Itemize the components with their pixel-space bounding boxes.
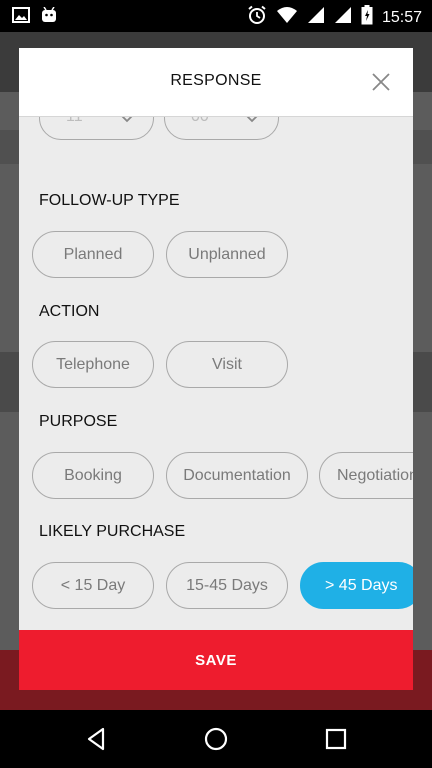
dialog-header: RESPONSE bbox=[19, 48, 413, 117]
android-icon bbox=[40, 6, 58, 28]
chevron-down-icon bbox=[121, 117, 133, 128]
purpose-title: PURPOSE bbox=[39, 413, 118, 430]
minute-value: 00 bbox=[191, 117, 209, 126]
status-bar: 15:57 bbox=[0, 0, 432, 32]
signal-icon bbox=[307, 6, 325, 29]
chip-booking[interactable]: Booking bbox=[32, 452, 154, 499]
chip-more-45-days[interactable]: > 45 Days bbox=[300, 562, 413, 609]
wifi-icon bbox=[276, 6, 298, 29]
chip-planned[interactable]: Planned bbox=[32, 231, 154, 278]
response-dialog: RESPONSE 11 00 FOLLOW-UP TYPE Planned Un… bbox=[19, 48, 413, 690]
battery-icon bbox=[361, 5, 373, 30]
chip-unplanned[interactable]: Unplanned bbox=[166, 231, 288, 278]
chip-telephone[interactable]: Telephone bbox=[32, 341, 154, 388]
image-icon bbox=[12, 7, 30, 28]
home-icon[interactable] bbox=[203, 726, 229, 752]
hour-select[interactable]: 11 bbox=[39, 117, 154, 140]
followup-type-title: FOLLOW-UP TYPE bbox=[39, 192, 180, 209]
back-icon[interactable] bbox=[84, 726, 110, 752]
close-icon[interactable] bbox=[369, 70, 393, 94]
chevron-down-icon bbox=[246, 117, 258, 128]
recents-icon[interactable] bbox=[323, 726, 349, 752]
status-time: 15:57 bbox=[381, 8, 422, 26]
likely-purchase-title: LIKELY PURCHASE bbox=[39, 523, 186, 540]
dialog-content: 11 00 FOLLOW-UP TYPE Planned Unplanned A… bbox=[19, 117, 413, 630]
alarm-icon bbox=[247, 5, 267, 30]
chip-negotiation[interactable]: Negotiation bbox=[319, 452, 413, 499]
navigation-bar bbox=[0, 710, 432, 768]
signal-icon bbox=[334, 6, 352, 29]
save-button[interactable]: SAVE bbox=[19, 630, 413, 690]
chip-less-15-day[interactable]: < 15 Day bbox=[32, 562, 154, 609]
minute-select[interactable]: 00 bbox=[164, 117, 279, 140]
chip-documentation[interactable]: Documentation bbox=[166, 452, 308, 499]
hour-value: 11 bbox=[66, 117, 83, 126]
action-title: ACTION bbox=[39, 303, 100, 320]
dialog-title: RESPONSE bbox=[170, 72, 262, 89]
chip-15-45-days[interactable]: 15-45 Days bbox=[166, 562, 288, 609]
chip-visit[interactable]: Visit bbox=[166, 341, 288, 388]
